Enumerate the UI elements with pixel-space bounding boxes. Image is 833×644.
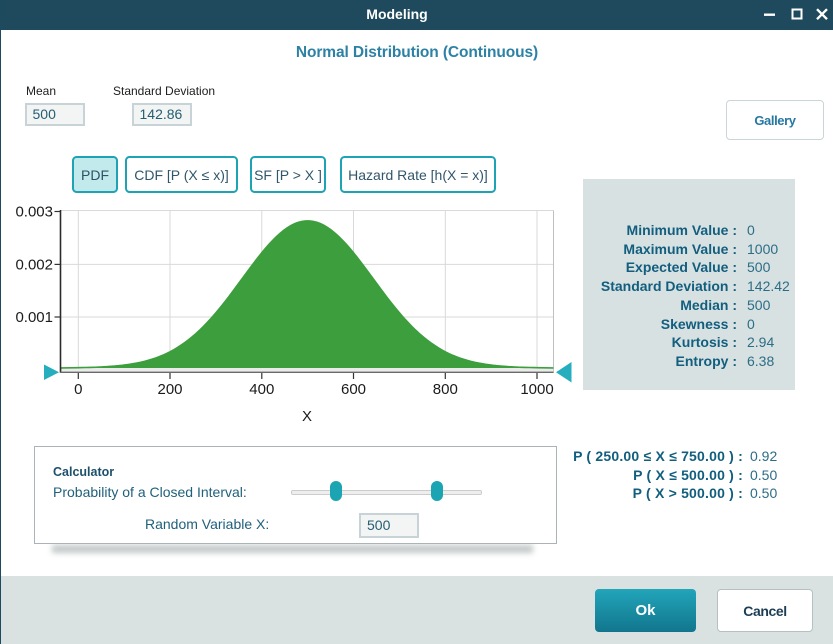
svg-text:600: 600 bbox=[341, 381, 366, 398]
svg-text:0: 0 bbox=[74, 381, 82, 398]
svg-text:0.002: 0.002 bbox=[15, 256, 53, 273]
svg-text:800: 800 bbox=[433, 381, 458, 398]
svg-text:0.003: 0.003 bbox=[15, 204, 53, 221]
svg-text:X: X bbox=[302, 408, 312, 425]
svg-text:1000: 1000 bbox=[520, 381, 553, 398]
svg-text:0.001: 0.001 bbox=[15, 309, 53, 326]
svg-text:200: 200 bbox=[157, 381, 182, 398]
svg-text:400: 400 bbox=[249, 381, 274, 398]
